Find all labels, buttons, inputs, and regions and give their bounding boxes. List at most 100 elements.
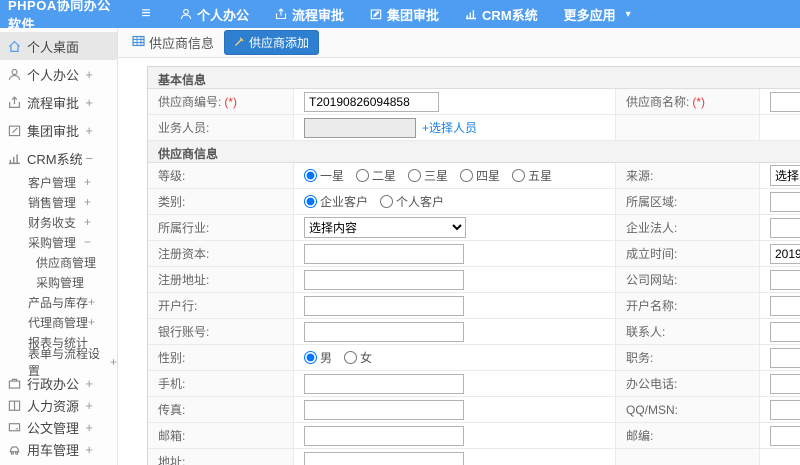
- add-record-icon: [234, 36, 245, 50]
- topnav-crm-system[interactable]: CRM系统: [465, 5, 538, 24]
- sidebar-item-form-flow-settings[interactable]: 表单与流程设置 +: [0, 347, 117, 378]
- contact-person-label: 联系人:: [626, 325, 666, 339]
- level-radio[interactable]: [512, 169, 526, 182]
- office-phone-label: 办公电话:: [626, 377, 678, 391]
- menu-toggle-icon[interactable]: ≡: [126, 5, 166, 23]
- expand-icon[interactable]: +: [84, 215, 91, 229]
- expand-icon[interactable]: +: [110, 355, 117, 369]
- contact-person-input[interactable]: [770, 321, 800, 342]
- level-radio-option[interactable]: 四星: [460, 167, 500, 184]
- level-radio-option[interactable]: 五星: [512, 167, 552, 184]
- bank-account-input[interactable]: [304, 321, 464, 342]
- business-staff-input[interactable]: [304, 117, 416, 138]
- founded-date-label: 成立时间:: [626, 247, 678, 261]
- form-row: 传真: QQ/MSN:: [148, 397, 800, 423]
- office-phone-input[interactable]: [770, 373, 800, 394]
- founded-date-input[interactable]: [770, 243, 800, 264]
- expand-icon[interactable]: +: [88, 315, 95, 329]
- level-radio[interactable]: [460, 169, 474, 182]
- sidebar-item-product-inventory[interactable]: 产品与库存 +: [0, 292, 117, 312]
- sidebar-item-document-mgmt[interactable]: 公文管理 +: [0, 416, 117, 438]
- level-radio-option[interactable]: 三星: [408, 167, 448, 184]
- sidebar-item-agent-mgmt[interactable]: 代理商管理 +: [0, 312, 117, 332]
- qq-msn-input[interactable]: [770, 399, 800, 420]
- mobile-input[interactable]: [304, 373, 464, 394]
- form-row: 供应商编号: (*) 供应商名称: (*): [148, 89, 800, 115]
- sidebar-item-customer-mgmt[interactable]: 客户管理 +: [0, 172, 117, 192]
- bar-chart-icon: [8, 152, 21, 165]
- category-radio-option[interactable]: 个人客户: [380, 193, 444, 210]
- level-radio[interactable]: [304, 169, 317, 182]
- postcode-input[interactable]: [770, 425, 800, 446]
- position-input[interactable]: [770, 347, 800, 368]
- supplier-code-input[interactable]: [304, 91, 439, 112]
- expand-icon[interactable]: +: [85, 398, 93, 413]
- form-row: 手机: 办公电话:: [148, 371, 800, 397]
- section-header-supplier-info: 供应商信息: [148, 141, 800, 163]
- level-radio-option[interactable]: 一星: [304, 167, 344, 184]
- expand-icon[interactable]: +: [88, 295, 95, 309]
- level-radio[interactable]: [408, 169, 422, 182]
- source-select[interactable]: 选择内容: [770, 165, 800, 186]
- gender-radio-option[interactable]: 男: [304, 349, 332, 366]
- sidebar-item-vehicle-mgmt[interactable]: 用车管理 +: [0, 438, 117, 460]
- sidebar-item-personal-office[interactable]: 个人办公 +: [0, 60, 117, 88]
- gender-radio[interactable]: [304, 351, 317, 364]
- level-radio[interactable]: [356, 169, 370, 182]
- sidebar-item-group-approval[interactable]: 集团审批 +: [0, 116, 117, 144]
- expand-icon[interactable]: +: [85, 123, 93, 138]
- bank-account-label: 银行账号:: [158, 325, 210, 339]
- sidebar-item-crm-system[interactable]: CRM系统 −: [0, 144, 117, 172]
- account-name-input[interactable]: [770, 295, 800, 316]
- tab-supplier-add[interactable]: 供应商添加: [224, 30, 320, 55]
- tab-supplier-info[interactable]: 供应商信息: [132, 33, 214, 52]
- pick-staff-link[interactable]: +选择人员: [422, 119, 477, 136]
- region-input[interactable]: [770, 191, 800, 212]
- registered-address-input[interactable]: [304, 269, 464, 290]
- category-radio[interactable]: [304, 195, 317, 208]
- industry-select[interactable]: 选择内容: [304, 217, 466, 238]
- company-website-input[interactable]: [770, 269, 800, 290]
- sidebar-item-archive-mgmt[interactable]: 档案管理 +: [0, 460, 117, 465]
- sidebar-item-supplier-mgmt[interactable]: 供应商管理: [0, 252, 117, 272]
- main-content: 供应商信息 供应商添加 基本信息 供应商编号: (*) 供应商名称:: [118, 28, 800, 465]
- email-input[interactable]: [304, 425, 464, 446]
- category-radio-option[interactable]: 企业客户: [304, 193, 368, 210]
- topnav-personal-office[interactable]: 个人办公: [180, 5, 249, 24]
- collapse-icon[interactable]: −: [85, 151, 93, 166]
- expand-icon[interactable]: +: [85, 442, 93, 457]
- expand-icon[interactable]: +: [84, 175, 91, 189]
- sidebar-item-finance[interactable]: 财务收支 +: [0, 212, 117, 232]
- supplier-name-label: 供应商名称:: [626, 95, 690, 109]
- sidebar-item-sales-mgmt[interactable]: 销售管理 +: [0, 192, 117, 212]
- topnav-group-approval[interactable]: 集团审批: [370, 5, 439, 24]
- chevron-down-icon[interactable]: ▾: [626, 9, 631, 20]
- collapse-icon[interactable]: −: [84, 235, 91, 249]
- legal-person-input[interactable]: [770, 217, 800, 238]
- sidebar-item-purchase-mgmt[interactable]: 采购管理 −: [0, 232, 117, 252]
- expand-icon[interactable]: +: [85, 67, 93, 82]
- fax-input[interactable]: [304, 399, 464, 420]
- bank-input[interactable]: [304, 295, 464, 316]
- category-radio[interactable]: [380, 195, 394, 208]
- upload-icon: [275, 8, 287, 20]
- gender-radio[interactable]: [344, 351, 358, 364]
- registered-capital-input[interactable]: [304, 243, 464, 264]
- gender-radio-option[interactable]: 女: [344, 349, 372, 366]
- address-input[interactable]: [304, 451, 464, 465]
- expand-icon[interactable]: +: [84, 195, 91, 209]
- expand-icon[interactable]: +: [85, 95, 93, 110]
- topnav-workflow-approval[interactable]: 流程审批: [275, 5, 344, 24]
- industry-label: 所属行业:: [158, 221, 210, 235]
- sidebar-item-workflow-approval[interactable]: 流程审批 +: [0, 88, 117, 116]
- sidebar-item-procurement-mgmt[interactable]: 采购管理: [0, 272, 117, 292]
- expand-icon[interactable]: +: [85, 376, 93, 391]
- level-radio-option[interactable]: 二星: [356, 167, 396, 184]
- expand-icon[interactable]: +: [85, 420, 93, 435]
- form-row: 所属行业: 选择内容 企业法人:: [148, 215, 800, 241]
- sidebar-item-human-resources[interactable]: 人力资源 +: [0, 394, 117, 416]
- sidebar-item-personal-desktop[interactable]: 个人桌面: [0, 32, 117, 60]
- required-marker: (*): [224, 94, 238, 109]
- supplier-name-input[interactable]: [770, 91, 800, 112]
- topnav-more-apps[interactable]: 更多应用: [564, 5, 616, 24]
